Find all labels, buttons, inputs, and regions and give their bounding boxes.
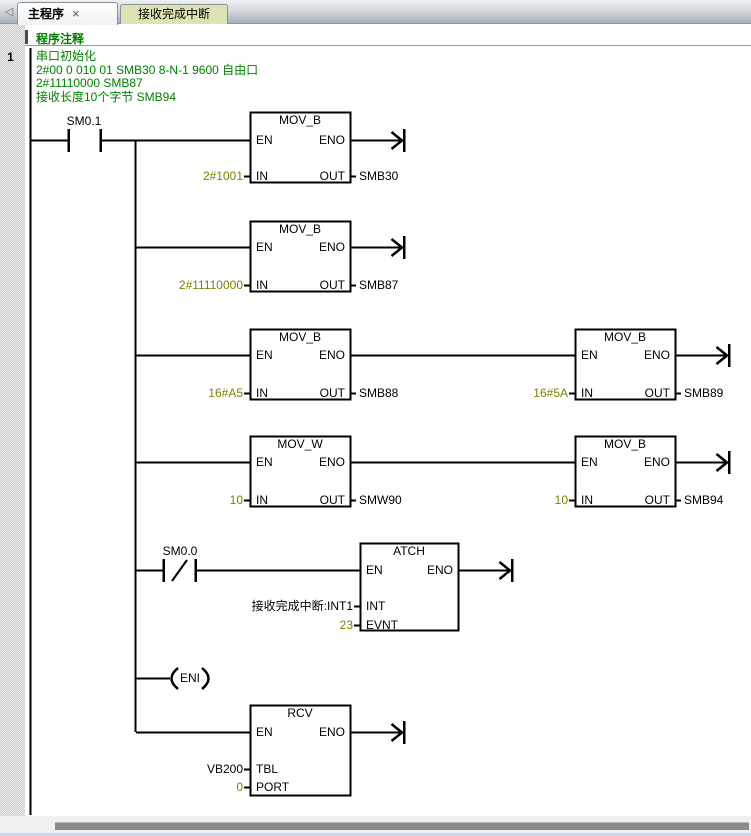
pin-label-in: IN (581, 387, 593, 400)
contact-sm0-1[interactable] (69, 129, 101, 152)
coil-label[interactable]: ENI (179, 672, 201, 685)
pin-label-en: EN (366, 564, 383, 577)
pin-label-port: PORT (256, 781, 289, 794)
pin-label-eno: ENO (424, 564, 453, 577)
tab-label: 主程序 (28, 7, 64, 21)
horizontal-scrollbar[interactable] (0, 816, 751, 833)
block-title: MOV_B (575, 331, 675, 344)
pin-label-out: OUT (637, 387, 670, 400)
nc-slash (172, 560, 187, 581)
pin-label-eno: ENO (316, 456, 345, 469)
operand-out[interactable]: SMB88 (359, 387, 398, 400)
operand-in[interactable]: 2#1001 (123, 170, 243, 183)
operand-int[interactable]: 接收完成中断:INT1 (153, 600, 353, 613)
pin-label-eno: ENO (641, 349, 670, 362)
open-arrow (350, 721, 404, 744)
open-arrow (675, 344, 729, 367)
operand-evnt[interactable]: 23 (153, 619, 353, 632)
pin-label-en: EN (581, 456, 598, 469)
open-arrow (675, 451, 729, 474)
pin-label-eno: ENO (316, 349, 345, 362)
operand-out[interactable]: SMB89 (684, 387, 723, 400)
operand-out[interactable]: SMB87 (359, 279, 398, 292)
pin-label-eno: ENO (641, 456, 670, 469)
pin-label-eno: ENO (316, 241, 345, 254)
pin-label-in: IN (256, 387, 268, 400)
operand-in[interactable]: 10 (123, 494, 243, 507)
pin-label-en: EN (581, 349, 598, 362)
pin-label-eno: ENO (316, 134, 345, 147)
operand-in[interactable]: 10 (448, 494, 568, 507)
pin-label-out: OUT (312, 279, 345, 292)
tab-main-program[interactable]: 主程序 × (17, 2, 118, 25)
pin-label-in: IN (256, 279, 268, 292)
open-arrow (458, 559, 512, 582)
pin-label-out: OUT (312, 170, 345, 183)
scrollbar-thumb[interactable] (55, 822, 749, 830)
operand-port[interactable]: 0 (123, 781, 243, 794)
block-title: MOV_B (250, 114, 350, 127)
pin-label-out: OUT (637, 494, 670, 507)
operand-tbl[interactable]: VB200 (123, 763, 243, 776)
operand-in[interactable]: 2#11110000 (123, 279, 243, 292)
pin-label-eno: ENO (316, 726, 345, 739)
ladder-editor-window: ◁ 主程序× 接收完成中断 程序注释 1 串口初始化 2#00 0 010 01… (0, 0, 751, 836)
pin-label-en: EN (256, 726, 273, 739)
pin-label-en: EN (256, 241, 273, 254)
operand-in[interactable]: 16#A5 (123, 387, 243, 400)
pin-label-in: IN (256, 494, 268, 507)
contact-label[interactable]: SM0.0 (150, 545, 210, 558)
contact-sm0-0[interactable] (164, 559, 196, 582)
operand-in[interactable]: 16#5A (448, 387, 568, 400)
pin-label-en: EN (256, 349, 273, 362)
pin-label-tbl: TBL (256, 763, 278, 776)
pin-label-evnt: EVNT (366, 619, 398, 632)
pin-label-out: OUT (312, 387, 345, 400)
tab-close-icon[interactable]: × (72, 3, 80, 24)
pin-label-in: IN (256, 170, 268, 183)
block-title: RCV (250, 707, 350, 720)
operand-out[interactable]: SMW90 (359, 494, 402, 507)
operand-out[interactable]: SMB94 (684, 494, 723, 507)
contact-label[interactable]: SM0.1 (54, 115, 114, 128)
pin-label-int: INT (366, 600, 385, 613)
block-title: MOV_B (250, 331, 350, 344)
block-title: MOV_B (575, 438, 675, 451)
pin-label-en: EN (256, 134, 273, 147)
block-title: MOV_W (250, 438, 350, 451)
open-arrow (350, 236, 404, 259)
pin-label-en: EN (256, 456, 273, 469)
block-title: ATCH (360, 545, 458, 558)
operand-out[interactable]: SMB30 (359, 170, 398, 183)
open-arrow (350, 129, 404, 152)
block-title: MOV_B (250, 223, 350, 236)
pin-label-in: IN (581, 494, 593, 507)
pin-label-out: OUT (312, 494, 345, 507)
